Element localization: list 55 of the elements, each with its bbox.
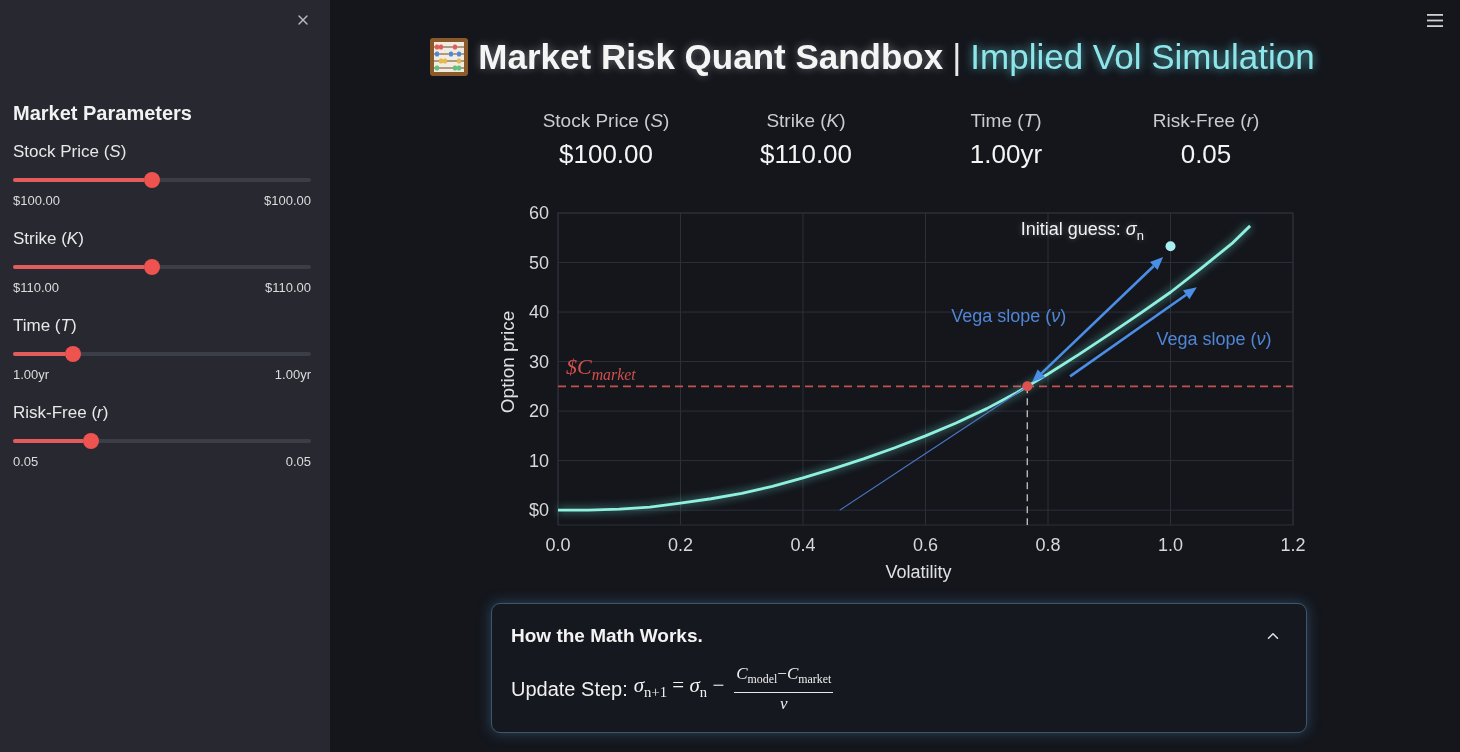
metric-label: Time (T) <box>970 109 1042 133</box>
slider-thumb[interactable] <box>64 346 81 362</box>
metric-label: Risk-Free (r) <box>1152 109 1260 133</box>
range-min-label: $100.00 <box>13 192 60 210</box>
range-max-label: $100.00 <box>264 192 311 210</box>
y-tick-label: 20 <box>528 401 549 422</box>
x-tick-label: 0.2 <box>668 535 693 555</box>
y-tick-label: 50 <box>528 252 549 273</box>
metric-label: Stock Price (S) <box>542 109 670 133</box>
y-tick-label: $0 <box>528 500 549 521</box>
menu-icon[interactable] <box>1427 14 1443 27</box>
fraction-denominator: ν <box>779 693 788 715</box>
slider-label: Risk-Free (r) <box>13 402 109 424</box>
market-price-label: $C$_{market}$ <box>566 354 636 385</box>
metric-value: $100.00 <box>559 138 653 171</box>
metric-value: 1.00yr <box>969 138 1043 171</box>
slider-thumb[interactable] <box>83 433 100 449</box>
x-tick-label: 0.0 <box>545 535 571 555</box>
slider-thumb[interactable] <box>143 172 160 188</box>
slider-label: Stock Price (S) <box>13 141 127 163</box>
range-max-label: 0.05 <box>285 453 311 471</box>
x-tick-label: 0.8 <box>1035 535 1061 555</box>
app-title: Market Risk Quant Sandbox <box>478 36 944 78</box>
vega-slope-label: Vega slope (ν) <box>1156 329 1272 352</box>
x-tick-label: 0.4 <box>790 535 816 555</box>
y-tick-label: 30 <box>528 351 549 372</box>
range-min-label: $110.00 <box>13 279 60 297</box>
expander-header[interactable]: How the Math Works. <box>511 623 1282 649</box>
y-tick-label: 60 <box>528 203 549 223</box>
initial-guess-label: Initial guess: σ$_{n}$ <box>1020 218 1144 243</box>
formula-text: σ$_{n+1}$ = σ$_{n}$ − <box>633 672 725 703</box>
sidebar-title: Market Parameters <box>13 101 193 126</box>
metric-value: 0.05 <box>1180 138 1232 171</box>
slider-label: Time (T) <box>13 315 77 337</box>
y-tick-label: 10 <box>528 450 549 471</box>
x-tick-label: 1.2 <box>1280 535 1306 555</box>
app-subtitle: Implied Vol Simulation <box>970 36 1315 78</box>
y-tick-label: 40 <box>528 302 549 323</box>
slider-label: Strike (K) <box>13 228 84 250</box>
formula-label: Update Step: <box>511 676 628 702</box>
vega-slope-label: Vega slope (ν) <box>951 306 1067 329</box>
x-axis-label: Volatility <box>885 562 952 582</box>
range-max-label: $110.00 <box>264 279 311 297</box>
title-separator: | <box>952 36 962 78</box>
y-axis-label: Option price <box>497 310 518 414</box>
range-min-label: 0.05 <box>13 453 39 471</box>
abacus-icon <box>429 37 470 77</box>
metric-label: Strike (K) <box>766 109 846 133</box>
fraction-numerator: C$_{model}$−C$_{market}$ <box>734 663 834 694</box>
x-tick-label: 0.6 <box>913 535 938 555</box>
slider-thumb[interactable] <box>143 259 160 275</box>
range-max-label: 1.00yr <box>274 366 311 384</box>
range-min-label: 1.00yr <box>13 366 50 384</box>
x-tick-label: 1.0 <box>1158 535 1183 555</box>
metric-value: $110.00 <box>759 138 853 171</box>
